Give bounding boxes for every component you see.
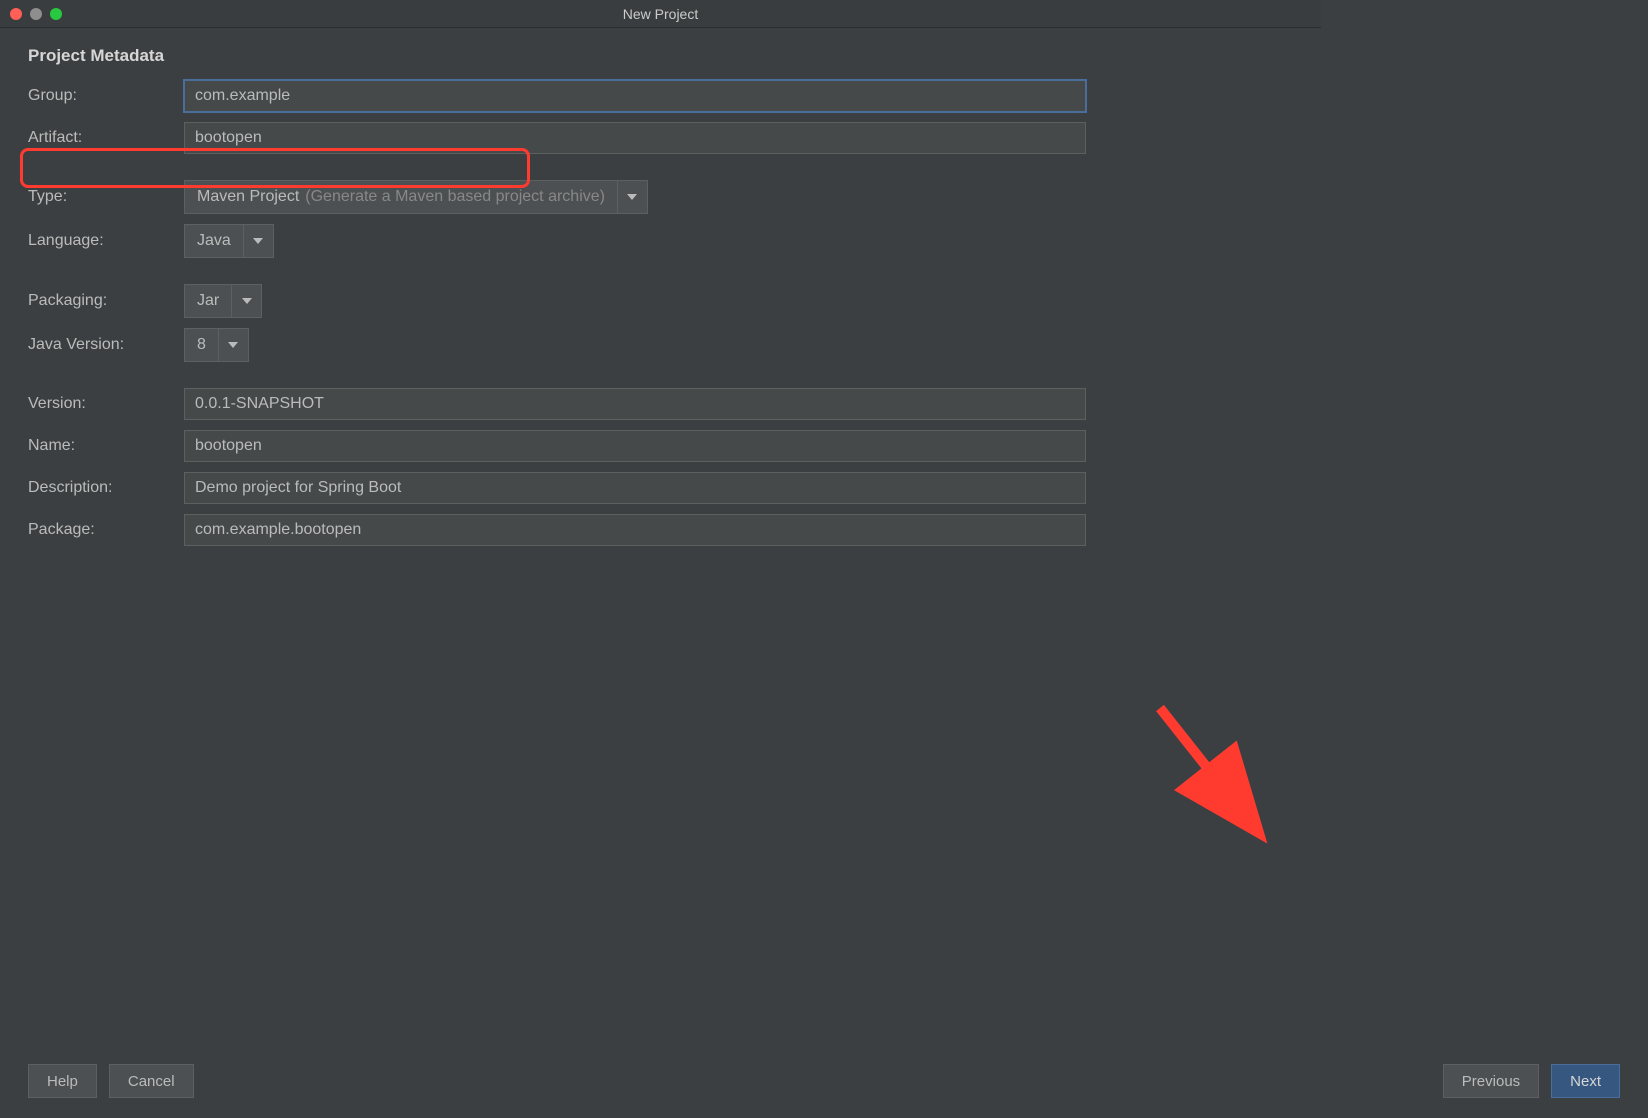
next-button[interactable]: Next xyxy=(1551,1064,1620,1098)
dropdown-arrow-icon xyxy=(617,181,647,213)
previous-button[interactable]: Previous xyxy=(1443,1064,1539,1098)
artifact-input[interactable] xyxy=(184,122,1086,154)
package-input[interactable] xyxy=(184,514,1086,546)
type-select[interactable]: Maven Project (Generate a Maven based pr… xyxy=(184,180,648,214)
version-label: Version: xyxy=(28,395,184,413)
java-version-select[interactable]: 8 xyxy=(184,328,249,362)
description-label: Description: xyxy=(28,479,184,497)
dropdown-arrow-icon xyxy=(218,329,248,361)
artifact-label: Artifact: xyxy=(28,129,184,147)
window-title: New Project xyxy=(623,6,698,22)
minimize-window-icon[interactable] xyxy=(30,8,42,20)
type-value: Maven Project xyxy=(197,188,299,206)
group-input[interactable] xyxy=(184,80,1086,112)
packaging-label: Packaging: xyxy=(28,292,184,310)
packaging-value: Jar xyxy=(197,292,219,310)
package-label: Package: xyxy=(28,521,184,539)
section-heading: Project Metadata xyxy=(28,46,1293,66)
annotation-arrow-icon xyxy=(1140,698,1300,858)
button-bar: Help Cancel Previous Next xyxy=(0,1064,1648,1098)
language-label: Language: xyxy=(28,232,184,250)
version-input[interactable] xyxy=(184,388,1086,420)
language-select[interactable]: Java xyxy=(184,224,274,258)
java-version-value: 8 xyxy=(197,336,206,354)
help-button[interactable]: Help xyxy=(28,1064,97,1098)
close-window-icon[interactable] xyxy=(10,8,22,20)
name-input[interactable] xyxy=(184,430,1086,462)
cancel-button[interactable]: Cancel xyxy=(109,1064,194,1098)
window-controls xyxy=(0,8,62,20)
group-label: Group: xyxy=(28,87,184,105)
dropdown-arrow-icon xyxy=(231,285,261,317)
type-label: Type: xyxy=(28,188,184,206)
packaging-select[interactable]: Jar xyxy=(184,284,262,318)
name-label: Name: xyxy=(28,437,184,455)
maximize-window-icon[interactable] xyxy=(50,8,62,20)
language-value: Java xyxy=(197,232,231,250)
type-hint: (Generate a Maven based project archive) xyxy=(305,188,605,206)
java-version-label: Java Version: xyxy=(28,336,184,354)
dropdown-arrow-icon xyxy=(243,225,273,257)
titlebar: New Project xyxy=(0,0,1321,28)
description-input[interactable] xyxy=(184,472,1086,504)
